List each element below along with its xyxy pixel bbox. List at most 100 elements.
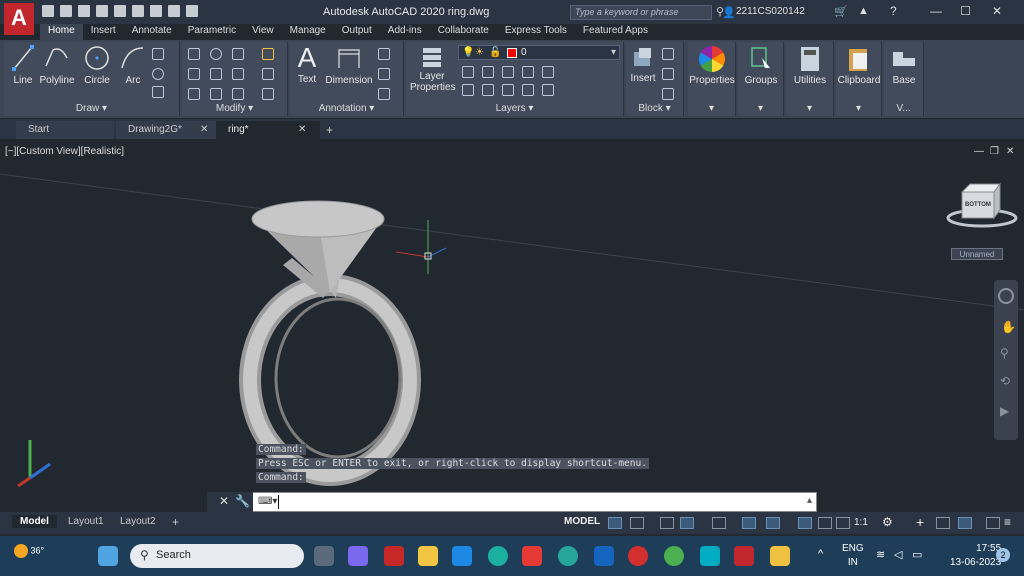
drawing-viewport[interactable]: [−][Custom View][Realistic] — ❐ ✕ Comman…	[0, 140, 1024, 512]
new-tab-plus-icon[interactable]: +	[326, 123, 333, 137]
layer-tool-icon[interactable]	[522, 84, 534, 96]
orbit-icon[interactable]: ⟲	[1000, 374, 1010, 388]
tab-express-tools[interactable]: Express Tools	[497, 24, 575, 40]
layer-tool-icon[interactable]	[482, 66, 494, 78]
insert-tool[interactable]: Insert	[628, 46, 658, 84]
search-input[interactable]: Type a keyword or phrase	[570, 5, 712, 20]
plot-icon[interactable]	[150, 5, 162, 17]
taskbar-search[interactable]: Search	[130, 544, 304, 568]
close-icon[interactable]: ✕	[298, 124, 306, 135]
tab-home[interactable]: Home	[40, 24, 83, 40]
user-name[interactable]: 2211CS020142	[736, 6, 805, 17]
view-panel[interactable]: Base V...	[884, 42, 924, 116]
mcafee-icon[interactable]	[384, 546, 404, 566]
object-snap-icon[interactable]	[766, 517, 780, 529]
layout-tab-model[interactable]: Model	[12, 515, 57, 528]
chevron-up-icon[interactable]: ▴	[807, 495, 812, 506]
tab-output[interactable]: Output	[334, 24, 380, 40]
annotation-panel-title[interactable]: Annotation ▾	[290, 103, 403, 114]
tab-collaborate[interactable]: Collaborate	[430, 24, 497, 40]
maximize-icon[interactable]: ☐	[960, 4, 971, 18]
leader-icon[interactable]	[378, 48, 390, 60]
help-icon[interactable]: ?	[890, 4, 897, 18]
arc-tool[interactable]: Arc	[118, 44, 148, 86]
offset-icon[interactable]	[262, 88, 274, 100]
task-view-icon[interactable]	[314, 546, 334, 566]
array-icon[interactable]	[232, 88, 244, 100]
undo-icon[interactable]	[168, 5, 180, 17]
minimize-icon[interactable]: —	[930, 4, 942, 18]
doc-tab-start[interactable]: Start	[16, 121, 114, 139]
layer-tool-icon[interactable]	[542, 66, 554, 78]
stretch-icon[interactable]	[188, 88, 200, 100]
plus-icon[interactable]: +	[916, 514, 924, 530]
erase-icon[interactable]	[262, 48, 274, 60]
save-web-icon[interactable]	[132, 5, 144, 17]
layout-tab-layout1[interactable]: Layout1	[60, 515, 112, 528]
edge-icon[interactable]	[488, 546, 508, 566]
trim-icon[interactable]	[232, 48, 244, 60]
notification-badge[interactable]: 2	[996, 548, 1010, 562]
layer-properties-tool[interactable]: Layer Properties	[408, 46, 456, 93]
ellipse-icon[interactable]	[152, 68, 164, 80]
showmotion-icon[interactable]: ▶	[1000, 404, 1009, 418]
viewcube[interactable]: BOTTOM	[944, 178, 1020, 238]
layer-dropdown[interactable]: 💡 ☀ 🔓 0 ▾	[458, 45, 620, 60]
tab-featured-apps[interactable]: Featured Apps	[575, 24, 656, 40]
groups-panel[interactable]: Groups ▾	[738, 42, 784, 116]
tab-annotate[interactable]: Annotate	[124, 24, 180, 40]
pan-icon[interactable]: ✋	[1001, 320, 1016, 334]
save-as-icon[interactable]	[96, 5, 108, 17]
weather-widget[interactable]: 36°	[14, 544, 44, 558]
clipboard-panel[interactable]: Clipboard ▾	[836, 42, 882, 116]
open-web-icon[interactable]	[114, 5, 126, 17]
fillet-icon[interactable]	[232, 68, 244, 80]
mp-app-icon[interactable]	[452, 546, 472, 566]
battery-icon[interactable]: ▭	[912, 548, 922, 561]
circle-tool[interactable]: Circle	[80, 44, 114, 86]
layer-tool-icon[interactable]	[462, 66, 474, 78]
layer-tool-icon[interactable]	[462, 84, 474, 96]
annotation-scale-icon[interactable]	[836, 517, 850, 529]
close-icon[interactable]: ✕	[200, 124, 208, 135]
properties-panel[interactable]: Properties ▾	[688, 42, 736, 116]
user-icon[interactable]: 👤	[722, 6, 736, 19]
command-line-input[interactable]: ⌨▾ ▴	[207, 492, 817, 512]
add-layout-plus-icon[interactable]: +	[172, 515, 179, 529]
isolate-icon[interactable]	[936, 517, 950, 529]
cart-icon[interactable]: 🛒	[834, 5, 848, 18]
new-icon[interactable]	[42, 5, 54, 17]
move-icon[interactable]	[188, 48, 200, 60]
teams-icon[interactable]	[348, 546, 368, 566]
windows-start-icon[interactable]	[98, 546, 118, 566]
copy-icon[interactable]	[188, 68, 200, 80]
layer-tool-icon[interactable]	[482, 84, 494, 96]
opera-icon[interactable]	[628, 546, 648, 566]
mirror-icon[interactable]	[210, 68, 222, 80]
app-icon[interactable]	[700, 546, 720, 566]
explode-icon[interactable]	[262, 68, 274, 80]
autoscale-icon[interactable]	[818, 517, 832, 529]
object-snap-tracking-icon[interactable]	[742, 517, 756, 529]
whatsapp-icon[interactable]	[664, 546, 684, 566]
language-indicator[interactable]: ENG IN	[842, 542, 864, 570]
layer-tool-icon[interactable]	[502, 66, 514, 78]
table-icon[interactable]	[378, 88, 390, 100]
tab-parametric[interactable]: Parametric	[180, 24, 244, 40]
file-explorer-icon[interactable]	[418, 546, 438, 566]
wps-office-icon[interactable]	[522, 546, 542, 566]
line-tool[interactable]: Line	[10, 44, 36, 86]
block-panel-title[interactable]: Block ▾	[626, 103, 683, 114]
tab-view[interactable]: View	[244, 24, 282, 40]
layer-tool-icon[interactable]	[502, 84, 514, 96]
store-icon[interactable]	[594, 546, 614, 566]
snap-icon[interactable]	[630, 517, 644, 529]
rotate-icon[interactable]	[210, 48, 222, 60]
chevron-up-icon[interactable]: ^	[818, 548, 823, 560]
rectangle-icon[interactable]	[152, 48, 164, 60]
polar-icon[interactable]	[680, 517, 694, 529]
annotation-visibility-icon[interactable]	[798, 517, 812, 529]
attributes-icon[interactable]	[662, 88, 674, 100]
tab-addins[interactable]: Add-ins	[380, 24, 430, 40]
wrench-icon[interactable]: 🔧	[235, 494, 250, 508]
